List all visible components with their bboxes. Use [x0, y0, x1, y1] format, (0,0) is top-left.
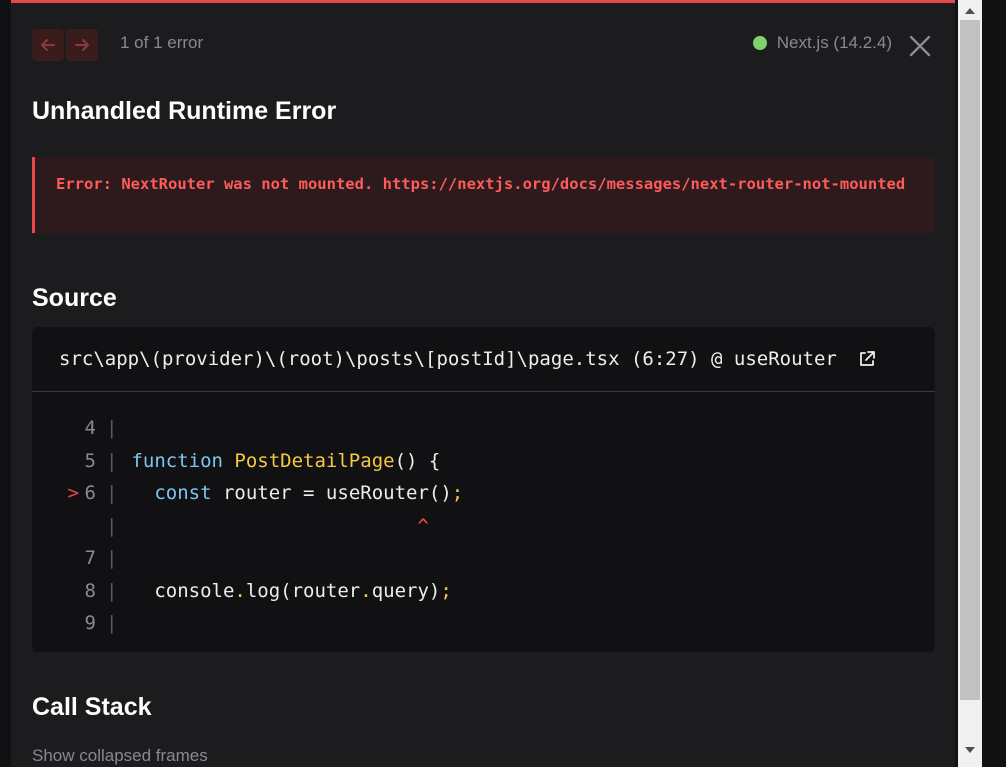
gutter-separator: | [106, 547, 118, 569]
line-number: 4 [84, 417, 96, 439]
code-token: function [131, 449, 223, 472]
gutter-separator: | [106, 417, 118, 439]
code-line: 4 | [32, 412, 935, 445]
code-token: . [234, 579, 246, 602]
version-indicator: Next.js (14.2.4) [752, 33, 892, 53]
error-overlay-dialog: 1 of 1 error Next.js (14.2.4) Unhandled … [11, 0, 955, 767]
next-error-button[interactable] [66, 29, 98, 61]
overlay-toolbar: 1 of 1 error Next.js (14.2.4) [11, 3, 955, 83]
code-token: ; [440, 579, 452, 602]
external-link-icon[interactable] [857, 349, 877, 369]
error-count: 1 of 1 error [120, 33, 204, 52]
source-heading: Source [32, 284, 117, 312]
show-collapsed-frames-button[interactable]: Show collapsed frames [32, 746, 208, 766]
code-token: ; [451, 482, 464, 504]
code-token: log(router [245, 579, 361, 602]
code-line: | ^ [32, 510, 935, 543]
line-number: 6 [84, 482, 96, 504]
gutter-separator: | [106, 449, 118, 472]
line-number: 8 [84, 579, 96, 602]
close-button[interactable] [909, 35, 931, 57]
error-message-box: Error: NextRouter was not mounted. https… [32, 157, 935, 233]
triangle-down-icon [965, 740, 975, 758]
line-number: 5 [84, 449, 96, 472]
code-token: ^ [131, 514, 429, 537]
version-label: Next.js (14.2.4) [776, 33, 892, 52]
code-token: console [131, 579, 235, 602]
scrollbar-thumb[interactable] [960, 20, 980, 700]
call-stack-heading: Call Stack [32, 693, 152, 721]
code-token: query) [371, 579, 441, 602]
previous-error-button[interactable] [32, 29, 64, 61]
gutter-separator: | [106, 612, 118, 634]
code-line: 5 | function PostDetailPage() { [32, 445, 935, 478]
error-title: Unhandled Runtime Error [32, 97, 337, 125]
line-number: 9 [84, 612, 96, 634]
error-message[interactable]: Error: NextRouter was not mounted. https… [56, 171, 915, 198]
gutter-separator: | [106, 482, 118, 504]
code-lines: 4 | 5 | function PostDetailPage() {>6 | const… [32, 392, 935, 640]
code-frame-header: src\app\(provider)\(root)\posts\[postId]… [32, 327, 935, 392]
code-line: >6 | const router = useRouter(); [32, 477, 935, 510]
gutter-separator: | [106, 579, 118, 602]
arrow-left-icon [39, 36, 57, 54]
error-line-marker: > [67, 482, 79, 504]
code-token: const [154, 482, 212, 504]
code-line: 9 | [32, 607, 935, 640]
code-frame: src\app\(provider)\(root)\posts\[postId]… [32, 327, 935, 652]
scroll-down-button[interactable] [958, 739, 982, 759]
error-pagination [32, 29, 98, 61]
code-token: . [360, 579, 372, 602]
code-line: 8 | console.log(router.query); [32, 575, 935, 608]
code-token: router = useRouter() [211, 482, 452, 504]
vertical-scrollbar[interactable] [958, 0, 982, 767]
code-token: PostDetailPage [234, 449, 395, 472]
code-line: 7 | [32, 542, 935, 575]
source-file-link[interactable]: src\app\(provider)\(root)\posts\[postId]… [59, 348, 837, 370]
status-dot-icon [752, 36, 767, 50]
line-number: 7 [84, 547, 96, 569]
close-icon [909, 35, 931, 57]
gutter-separator: | [106, 514, 118, 537]
code-token: () { [394, 449, 441, 472]
triangle-up-icon [965, 1, 975, 19]
scroll-up-button[interactable] [958, 0, 982, 20]
arrow-right-icon [73, 36, 91, 54]
